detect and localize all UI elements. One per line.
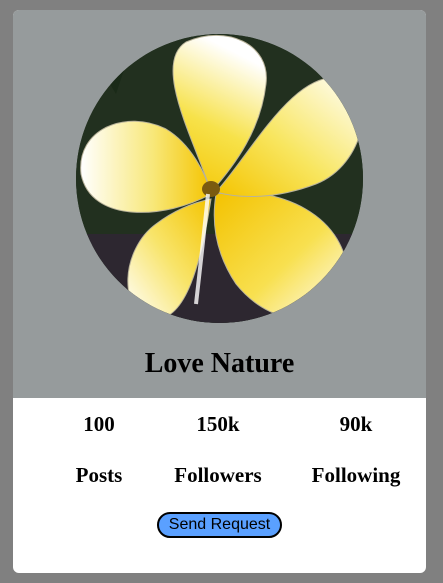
flower-photo [76, 34, 363, 323]
following-label: Following [311, 463, 401, 487]
followers-label: Followers [174, 463, 262, 487]
profile-name: Love Nature [144, 348, 295, 379]
posts-label: Posts [75, 463, 123, 487]
posts-count: 100 [83, 412, 115, 436]
profile-avatar [76, 34, 363, 323]
send-request-button[interactable]: Send Request [157, 512, 282, 538]
profile-card: Love Nature 100 150k 90k Posts Followers… [13, 10, 426, 573]
profile-header: Love Nature [13, 10, 426, 398]
followers-count: 150k [196, 412, 240, 436]
following-count: 90k [339, 412, 373, 436]
